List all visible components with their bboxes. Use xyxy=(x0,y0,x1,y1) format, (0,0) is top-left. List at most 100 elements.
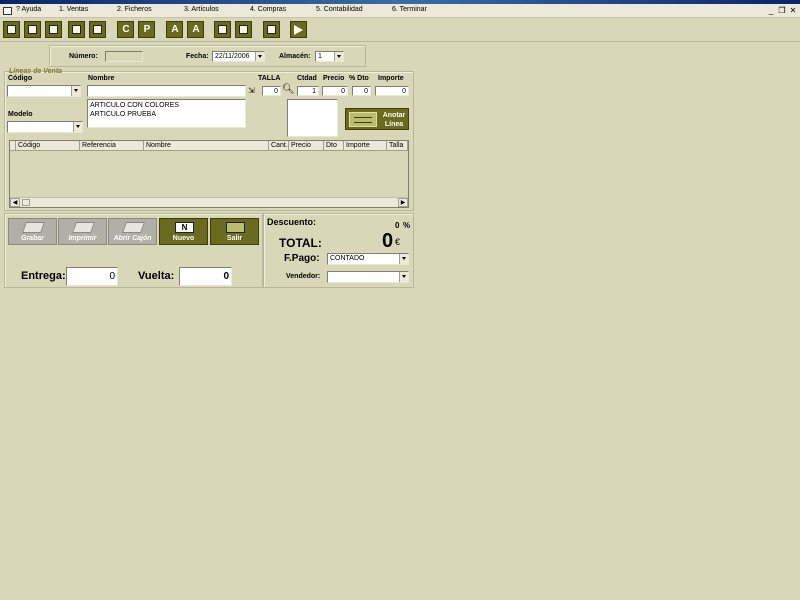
chevron-down-icon[interactable] xyxy=(399,254,408,264)
scroll-left-icon[interactable]: ◀ xyxy=(10,198,20,207)
chevron-down-icon[interactable] xyxy=(71,86,80,96)
save-icon xyxy=(21,222,46,233)
entrega-input[interactable]: 0 xyxy=(66,267,118,286)
fpago-select[interactable]: CONTADO xyxy=(327,253,409,265)
document-icon[interactable] xyxy=(45,21,62,38)
talla-label: TALLA xyxy=(258,75,281,82)
menu-compras[interactable]: 4. Compras xyxy=(250,6,286,13)
almacen-label: Almacén: xyxy=(279,53,311,60)
restore-icon[interactable]: ❐ xyxy=(777,6,787,16)
anotar-label: Anotar xyxy=(382,112,406,119)
column-header-precio[interactable]: Precio xyxy=(289,141,324,151)
codigo-select[interactable] xyxy=(7,85,81,97)
list-item[interactable]: ARTICULO CON COLORES xyxy=(90,101,243,110)
menu-ficheros[interactable]: 2. Ficheros xyxy=(117,6,152,13)
column-header-importe[interactable]: Importe xyxy=(344,141,387,151)
nombre-suggestions-list[interactable]: ARTICULO CON COLORES ARTICULO PRUEBA xyxy=(87,99,246,128)
arrow-right-icon[interactable] xyxy=(290,21,307,38)
chevron-down-icon[interactable] xyxy=(334,52,343,61)
menu-articulos[interactable]: 3. Artículos xyxy=(184,6,219,13)
numero-field[interactable] xyxy=(105,51,143,62)
box-icon[interactable] xyxy=(263,21,280,38)
p-button[interactable]: P xyxy=(138,21,155,38)
edit-form-icon[interactable] xyxy=(24,21,41,38)
new-document-icon: N xyxy=(175,222,194,233)
nombre-label: Nombre xyxy=(88,75,115,82)
fpago-value: CONTADO xyxy=(330,255,365,262)
modelo-select[interactable] xyxy=(7,121,83,133)
anotar-linea-button[interactable]: Anotar Línea xyxy=(345,108,409,130)
vendedor-select[interactable] xyxy=(327,271,409,283)
ctdad-input[interactable]: 1 xyxy=(297,86,319,96)
almacen-value: 1 xyxy=(318,53,322,60)
salir-label: Salir xyxy=(226,235,243,242)
chevron-down-icon[interactable] xyxy=(73,122,82,132)
descuento-label: Descuento: xyxy=(267,217,317,227)
abrir-cajon-label: Abrir Cajón xyxy=(113,235,152,242)
numero-label: Número: xyxy=(69,53,98,60)
vuelta-label: Vuelta: xyxy=(138,270,175,282)
precio-label: Precio xyxy=(323,75,345,82)
minimize-icon[interactable]: _ xyxy=(766,6,776,16)
a-plus-button[interactable]: A xyxy=(166,21,183,38)
column-header-cant[interactable]: Cant. xyxy=(269,141,289,151)
chevron-down-icon[interactable] xyxy=(255,52,264,61)
nuevo-button[interactable]: N Nuevo xyxy=(159,218,208,245)
column-header-nombre[interactable]: Nombre xyxy=(144,141,269,151)
total-label: TOTAL: xyxy=(279,236,322,250)
salir-button[interactable]: Salir xyxy=(210,218,259,245)
precio-input[interactable]: 0 xyxy=(322,86,348,96)
chevron-down-icon[interactable] xyxy=(399,272,408,282)
list-icon[interactable] xyxy=(68,21,85,38)
table-icon[interactable] xyxy=(235,21,252,38)
talla-input[interactable]: 0 xyxy=(262,86,281,96)
menu-ayuda[interactable]: ? Ayuda xyxy=(16,6,41,13)
window-icon[interactable] xyxy=(214,21,231,38)
menu-contabilidad[interactable]: 5. Contabilidad xyxy=(316,6,363,13)
grabar-button[interactable]: Grabar xyxy=(8,218,57,245)
almacen-select[interactable]: 1 xyxy=(315,51,344,62)
linea-label: Línea xyxy=(384,121,404,128)
a-minus-button[interactable]: A xyxy=(187,21,204,38)
fecha-value: 22/11/2006 xyxy=(215,53,250,60)
fecha-label: Fecha: xyxy=(186,53,209,60)
lines-table[interactable]: Código Referencia Nombre Cant. Precio Dt… xyxy=(9,140,409,208)
calculator-icon[interactable] xyxy=(89,21,106,38)
form-icon[interactable] xyxy=(3,21,20,38)
descuento-value: 0 xyxy=(395,221,400,230)
dto-label: % Dto xyxy=(349,75,369,82)
c-button[interactable]: C xyxy=(117,21,134,38)
imprimir-button[interactable]: Imprimir xyxy=(58,218,107,245)
column-header-codigo[interactable]: Código xyxy=(16,141,80,151)
exit-arrow-icon xyxy=(226,222,245,233)
horizontal-scrollbar[interactable]: ◀ ▶ xyxy=(10,197,408,207)
column-header-referencia[interactable]: Referencia xyxy=(80,141,144,151)
column-header-talla[interactable]: Talla xyxy=(387,141,408,151)
magnifier-icon[interactable]: 🔍︎ xyxy=(282,84,295,95)
total-value: 0 xyxy=(382,230,394,252)
descuento-unit: % xyxy=(403,221,411,230)
drawer-icon xyxy=(121,222,146,233)
list-item[interactable]: ARTICULO PRUEBA xyxy=(90,110,243,119)
app-icon[interactable] xyxy=(3,7,12,15)
scroll-right-icon[interactable]: ▶ xyxy=(398,198,408,207)
nuevo-icon-letter: N xyxy=(181,223,188,232)
codigo-label: Código xyxy=(8,75,33,82)
menu-terminar[interactable]: 6. Terminar xyxy=(392,6,427,13)
vendedor-label: Vendedor: xyxy=(286,273,321,280)
search-filter-icon[interactable]: ⇲ xyxy=(248,86,255,95)
nombre-input[interactable] xyxy=(87,85,246,97)
modelo-label: Modelo xyxy=(8,111,33,118)
lines-icon xyxy=(349,112,377,127)
lineas-legend: Líneas de Venta xyxy=(9,68,63,75)
abrir-cajon-button[interactable]: Abrir Cajón xyxy=(108,218,157,245)
column-header-dto[interactable]: Dto xyxy=(324,141,344,151)
scroll-thumb[interactable] xyxy=(22,199,30,206)
importe-input[interactable]: 0 xyxy=(375,86,409,96)
printer-icon xyxy=(71,222,96,233)
dto-input[interactable]: 0 xyxy=(352,86,371,96)
article-image-box xyxy=(287,99,338,137)
fecha-field[interactable]: 22/11/2006 xyxy=(212,51,265,62)
close-icon[interactable]: ✕ xyxy=(788,6,798,16)
menu-ventas[interactable]: 1. Ventas xyxy=(59,6,88,13)
